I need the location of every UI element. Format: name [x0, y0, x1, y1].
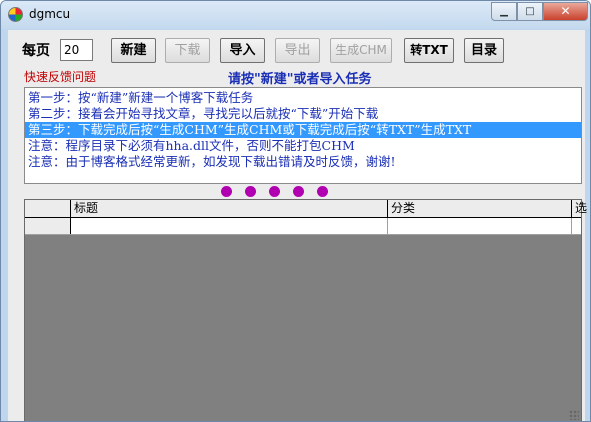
catalog-button[interactable]: 目录 [464, 38, 504, 63]
progress-dot [317, 186, 328, 197]
progress-dot [245, 186, 256, 197]
convert-txt-button[interactable]: 转TXT [404, 38, 454, 63]
grid-corner-header[interactable] [25, 200, 71, 218]
close-button[interactable]: ✕ [543, 2, 588, 21]
list-item[interactable]: 第二步：接着会开始寻找文章，寻找完以后就按“下载”开始下载 [25, 106, 581, 122]
app-icon[interactable] [8, 7, 23, 22]
app-window: dgmcu ▁ □ ✕ 每页 新建 下载 导入 导出 生成CHM 转TXT 目录… [0, 0, 591, 422]
column-header-select[interactable]: 选 [572, 200, 587, 218]
grid-header: 标题 分类 选 [25, 200, 587, 218]
list-item-selected[interactable]: 第三步：下载完成后按“生成CHM”生成CHM或下载完成后按“转TXT”生成TXT [25, 122, 581, 138]
import-button[interactable]: 导入 [220, 38, 265, 63]
steps-list[interactable]: 第一步：按“新建”新建一个博客下载任务 第二步：接着会开始寻找文章，寻找完以后就… [24, 87, 582, 184]
list-item[interactable]: 注意：由于博客格式经常更新，如发现下载出错请及时反馈，谢谢! [25, 154, 581, 170]
table-row[interactable] [25, 218, 581, 235]
export-button[interactable]: 导出 [275, 38, 320, 63]
client-area: 每页 新建 下载 导入 导出 生成CHM 转TXT 目录 快速反馈问题 请按"新… [8, 30, 587, 421]
list-item[interactable]: 第一步：按“新建”新建一个博客下载任务 [25, 90, 581, 106]
progress-dot [269, 186, 280, 197]
row-selector[interactable] [25, 218, 71, 234]
resize-grip-icon[interactable] [569, 410, 579, 420]
window-title: dgmcu [29, 7, 71, 21]
progress-dot [293, 186, 304, 197]
title-bar[interactable]: dgmcu ▁ □ ✕ [1, 1, 590, 29]
per-page-input[interactable] [60, 39, 93, 61]
progress-dot [221, 186, 232, 197]
minimize-button[interactable]: ▁ [491, 2, 517, 21]
column-header-title[interactable]: 标题 [71, 200, 388, 218]
generate-chm-button[interactable]: 生成CHM [330, 38, 392, 63]
table-cell[interactable] [71, 218, 388, 234]
new-button[interactable]: 新建 [111, 38, 156, 63]
table-cell[interactable] [388, 218, 572, 234]
article-grid[interactable]: 标题 分类 选 [24, 199, 587, 421]
maximize-button[interactable]: □ [517, 2, 543, 21]
column-header-category[interactable]: 分类 [388, 200, 572, 218]
download-button[interactable]: 下载 [165, 38, 210, 63]
list-item[interactable]: 注意：程序目录下必须有hha.dll文件，否则不能打包CHM [25, 138, 581, 154]
per-page-label: 每页 [22, 43, 50, 59]
hint-text: 请按"新建"或者导入任务 [228, 72, 372, 87]
feedback-link[interactable]: 快速反馈问题 [24, 68, 96, 85]
